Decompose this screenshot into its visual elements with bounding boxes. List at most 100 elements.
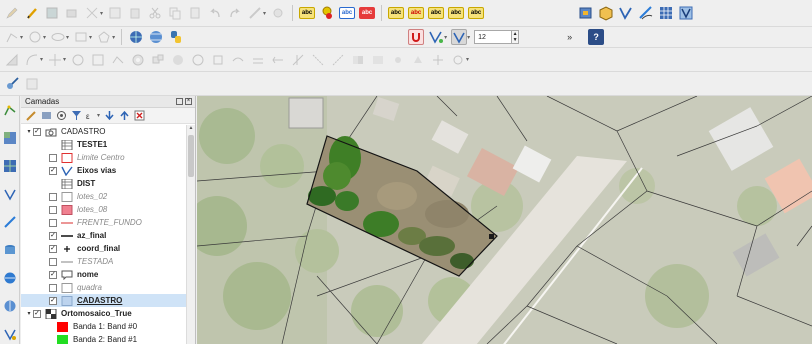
filter-expression-icon[interactable]: ε (86, 110, 97, 121)
add-ellipse-icon[interactable] (50, 29, 66, 45)
layer-row[interactable]: quadra (21, 281, 186, 294)
pin-labels-icon[interactable] (270, 5, 286, 21)
plugin-box-icon[interactable] (598, 5, 614, 21)
collapse-all-icon[interactable] (119, 110, 130, 121)
map-canvas[interactable] (197, 96, 812, 344)
layer-row[interactable]: ✓ CADASTRO (21, 294, 186, 307)
label-show-icon[interactable]: abc (388, 5, 405, 21)
layer-row[interactable]: Banda 1: Band #0 (21, 320, 186, 333)
delete-ring-icon[interactable] (190, 52, 206, 68)
panel-close-icon[interactable]: × (185, 98, 192, 105)
rotate-feature-icon[interactable] (70, 52, 86, 68)
label-rotate-icon[interactable]: abc (428, 5, 445, 21)
layer-visibility-checkbox[interactable] (49, 257, 57, 266)
add-group-icon[interactable] (41, 110, 52, 121)
snapping-magnet-icon[interactable] (408, 29, 425, 45)
undo-icon[interactable] (207, 5, 223, 21)
reshape-icon[interactable] (230, 52, 246, 68)
python-console-icon[interactable] (168, 29, 184, 45)
layer-visibility-checkbox[interactable]: ✓ (49, 166, 57, 175)
add-rectangle-icon[interactable] (73, 29, 89, 45)
add-part-icon[interactable] (150, 52, 166, 68)
merge-attributes-icon[interactable] (370, 52, 386, 68)
add-postgis-icon[interactable] (2, 242, 18, 258)
add-spatialite-icon[interactable] (2, 214, 18, 230)
expand-all-icon[interactable] (104, 110, 115, 121)
add-raster-layer-icon[interactable] (2, 130, 18, 146)
add-circle-icon[interactable] (27, 29, 43, 45)
plugin-cube-icon[interactable] (578, 5, 594, 21)
layer-row[interactable]: FRENTE_FUNDO (21, 216, 186, 229)
toolbar-overflow-chevron[interactable]: » (567, 32, 572, 42)
label-move-icon[interactable]: abc (339, 5, 356, 21)
table-tool-icon[interactable] (24, 76, 40, 92)
add-wfs-icon[interactable] (2, 298, 18, 314)
layer-row[interactable]: lotes_02 (21, 190, 186, 203)
toggle-editing-icon[interactable] (24, 5, 40, 21)
layer-visibility-checkbox[interactable]: ✓ (49, 231, 57, 240)
layer-row[interactable]: Limite Centro (21, 151, 186, 164)
layer-row[interactable]: ▾ ✓ CADASTRO (21, 125, 186, 138)
grid-layout-icon[interactable] (658, 5, 674, 21)
layer-row[interactable]: Banda 2: Band #1 (21, 333, 186, 344)
add-mesh-layer-icon[interactable] (2, 158, 18, 174)
save-edits-icon[interactable] (44, 5, 60, 21)
expand-arrow-icon[interactable]: ▾ (25, 128, 33, 135)
layer-row[interactable]: ▾ ✓ Ortomosaico_True (21, 307, 186, 320)
snapping-tolerance-field[interactable]: 12 (474, 30, 513, 44)
layer-visibility-checkbox[interactable]: ✓ (49, 244, 57, 253)
filter-legend-icon[interactable] (71, 110, 82, 121)
gps-tool-icon[interactable] (4, 76, 20, 92)
digitizing-options-icon[interactable] (247, 5, 263, 21)
label-abc-icon[interactable]: abc (299, 5, 316, 21)
reverse-line-icon[interactable] (270, 52, 286, 68)
add-vector-layer-icon[interactable] (2, 102, 18, 118)
rotate-point-icon[interactable] (390, 52, 406, 68)
globe-grid-icon[interactable] (148, 29, 164, 45)
layer-row[interactable]: DIST (21, 177, 186, 190)
snapping-tolerance-spinner[interactable]: ▲ ▼ (512, 30, 520, 44)
label-visibility-icon[interactable]: abc (408, 5, 425, 21)
add-polygon-icon[interactable] (96, 29, 112, 45)
layer-visibility-checkbox[interactable] (49, 192, 57, 201)
expand-arrow-icon[interactable]: ▾ (25, 310, 33, 317)
delete-part-icon[interactable] (210, 52, 226, 68)
layer-row[interactable]: TESTADA (21, 255, 186, 268)
vertex-editor-icon[interactable] (678, 5, 694, 21)
label-highlight-icon[interactable]: abc (359, 5, 376, 21)
paste-icon[interactable] (187, 5, 203, 21)
pencil-line-icon[interactable] (638, 5, 654, 21)
panel-float-icon[interactable] (176, 98, 183, 105)
label-properties-icon[interactable]: abc (468, 5, 485, 21)
add-delimited-text-icon[interactable] (2, 186, 18, 202)
offset-curve-icon[interactable] (250, 52, 266, 68)
layer-row[interactable]: ✓ coord_final (21, 242, 186, 255)
layer-row[interactable]: ✓ az_final (21, 229, 186, 242)
modify-attributes-icon[interactable] (107, 5, 123, 21)
layer-visibility-checkbox[interactable] (49, 205, 57, 214)
label-change-icon[interactable]: abc (448, 5, 465, 21)
layer-row[interactable]: lotes_08 (21, 203, 186, 216)
add-wms-icon[interactable] (2, 270, 18, 286)
layer-visibility-checkbox[interactable] (49, 283, 57, 292)
move-feature-icon[interactable] (47, 52, 63, 68)
vertex-v-icon[interactable] (618, 5, 634, 21)
merge-features-icon[interactable] (350, 52, 366, 68)
globe-search-icon[interactable] (128, 29, 144, 45)
offset-point-icon[interactable] (430, 52, 446, 68)
digitize-line-icon[interactable] (4, 29, 20, 45)
add-feature-icon[interactable] (64, 5, 80, 21)
split-features-icon[interactable] (310, 52, 326, 68)
layer-row[interactable]: ✓ nome (21, 268, 186, 281)
shape-digitize-icon[interactable] (450, 52, 466, 68)
manage-themes-icon[interactable] (56, 110, 67, 121)
cut-icon[interactable] (147, 5, 163, 21)
measure-icon[interactable] (4, 52, 20, 68)
fill-ring-icon[interactable] (170, 52, 186, 68)
layer-visibility-checkbox[interactable] (49, 153, 57, 162)
add-virtual-layer-icon[interactable] (2, 326, 18, 342)
pencil-edit-icon[interactable] (4, 5, 20, 21)
simplify-icon[interactable] (110, 52, 126, 68)
layers-scrollbar-thumb[interactable] (188, 135, 194, 177)
vertex-tool-icon[interactable] (84, 5, 100, 21)
